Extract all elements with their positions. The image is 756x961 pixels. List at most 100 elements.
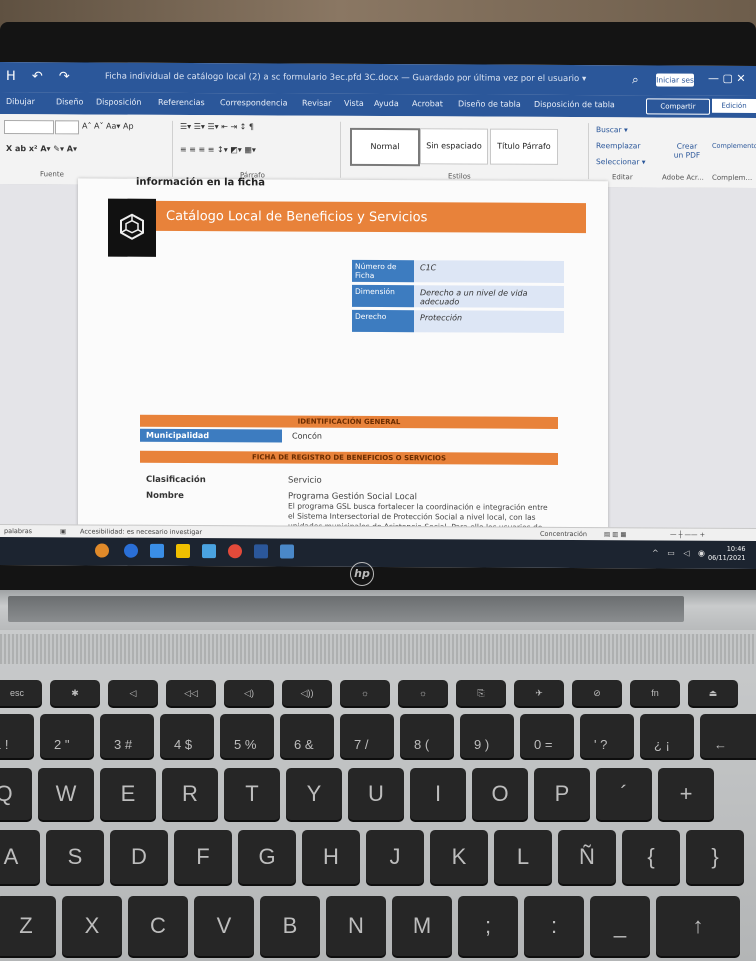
- field-value[interactable]: C1C: [414, 260, 564, 283]
- number-key[interactable]: 1 !: [0, 714, 34, 758]
- editing-button[interactable]: Edición: [712, 98, 756, 113]
- letter-key[interactable]: ↑: [656, 896, 740, 956]
- letter-key[interactable]: M: [392, 896, 452, 956]
- chrome-icon[interactable]: [228, 544, 242, 559]
- system-tray-icons[interactable]: ^ ▭ ◁ ◉: [652, 548, 708, 557]
- letter-key[interactable]: D: [110, 830, 168, 884]
- tab-diseno[interactable]: Diseño: [56, 97, 83, 106]
- number-key[interactable]: 9 ): [460, 714, 514, 758]
- list-buttons[interactable]: ☰▾ ☰▾ ☰▾ ⇤ ⇥ ↕ ¶: [180, 122, 254, 131]
- letter-key[interactable]: _: [590, 896, 650, 956]
- letter-key[interactable]: Q: [0, 768, 32, 820]
- quick-access-toolbar[interactable]: H ↶ ↷: [6, 69, 76, 84]
- focus-mode[interactable]: Concentración: [540, 530, 587, 538]
- share-button[interactable]: Compartir: [646, 98, 710, 115]
- number-key[interactable]: 2 ": [40, 714, 94, 758]
- number-key[interactable]: 8 (: [400, 714, 454, 758]
- letter-key[interactable]: Z: [0, 896, 56, 956]
- letter-key[interactable]: {: [622, 830, 680, 884]
- style-titulo-parrafo[interactable]: Título Párrafo: [490, 128, 558, 165]
- fn-key[interactable]: esc: [0, 680, 42, 706]
- letter-key[interactable]: }: [686, 830, 744, 884]
- edge-icon[interactable]: [150, 543, 164, 558]
- clock[interactable]: 10:46 06/11/2021: [708, 545, 745, 563]
- letter-key[interactable]: +: [658, 768, 714, 820]
- fn-key[interactable]: ☼: [398, 680, 448, 706]
- fn-key[interactable]: ⏏: [688, 680, 738, 706]
- name-value[interactable]: Programa Gestión Social Local: [288, 492, 417, 503]
- fn-key[interactable]: ✈: [514, 680, 564, 706]
- number-key[interactable]: ¿ ¡: [640, 714, 694, 758]
- letter-key[interactable]: T: [224, 768, 280, 820]
- tab-diseno-tabla[interactable]: Diseño de tabla: [458, 99, 521, 108]
- widget-icon[interactable]: [95, 543, 109, 558]
- fn-key[interactable]: ✱: [50, 680, 100, 706]
- classification-value[interactable]: Servicio: [288, 476, 322, 486]
- explorer-icon[interactable]: [176, 543, 190, 559]
- format-buttons[interactable]: X ab x² A▾ ✎▾ A▾: [6, 144, 77, 153]
- fn-key[interactable]: ⊘: [572, 680, 622, 706]
- search-icon[interactable]: ⌕: [632, 72, 639, 87]
- font-size-buttons[interactable]: A˄ A˅ Aa▾ Ap: [82, 121, 134, 130]
- municipality-value[interactable]: Concón: [284, 430, 558, 444]
- tab-dibujar[interactable]: Dibujar: [6, 97, 35, 106]
- tab-acrobat[interactable]: Acrobat: [412, 99, 443, 108]
- letter-key[interactable]: X: [62, 896, 122, 956]
- word-count[interactable]: palabras: [4, 527, 32, 535]
- tab-disposicion[interactable]: Disposición: [96, 98, 142, 107]
- select-button[interactable]: Seleccionar ▾: [596, 157, 646, 166]
- signin-button[interactable]: Iniciar ses: [656, 73, 694, 87]
- letter-key[interactable]: P: [534, 768, 590, 820]
- number-key[interactable]: 3 #: [100, 714, 154, 758]
- style-normal[interactable]: Normal: [350, 127, 420, 167]
- addins-button[interactable]: Complementos: [712, 142, 756, 150]
- zoom-slider[interactable]: — ┼ —— +: [670, 531, 705, 539]
- fn-key[interactable]: ◁◁: [166, 680, 216, 706]
- tab-revisar[interactable]: Revisar: [302, 99, 331, 108]
- letter-key[interactable]: J: [366, 830, 424, 884]
- letter-key[interactable]: R: [162, 768, 218, 820]
- letter-key[interactable]: A: [0, 830, 40, 884]
- find-button[interactable]: Buscar ▾: [596, 125, 628, 134]
- number-key[interactable]: 5 %: [220, 714, 274, 758]
- letter-key[interactable]: V: [194, 896, 254, 956]
- number-key[interactable]: ' ?: [580, 714, 634, 758]
- letter-key[interactable]: E: [100, 768, 156, 820]
- store-icon[interactable]: [202, 544, 216, 559]
- number-key[interactable]: 6 &: [280, 714, 334, 758]
- tab-vista[interactable]: Vista: [344, 99, 364, 108]
- start-icon[interactable]: [124, 543, 138, 558]
- style-sin-espaciado[interactable]: Sin espaciado: [420, 128, 488, 165]
- align-buttons[interactable]: ≡ ≡ ≡ ≡ ↕▾ ◩▾ ▦▾: [180, 145, 256, 154]
- fn-key[interactable]: ◁)): [282, 680, 332, 706]
- fn-key[interactable]: fn: [630, 680, 680, 706]
- number-key[interactable]: 7 /: [340, 714, 394, 758]
- letter-key[interactable]: S: [46, 830, 104, 884]
- view-buttons[interactable]: ▤ ▥ ▦: [604, 530, 627, 538]
- number-key[interactable]: 4 $: [160, 714, 214, 758]
- letter-key[interactable]: U: [348, 768, 404, 820]
- app-icon[interactable]: [280, 544, 294, 559]
- create-pdf-button[interactable]: Crear un PDF: [672, 142, 702, 160]
- letter-key[interactable]: G: [238, 830, 296, 884]
- tab-referencias[interactable]: Referencias: [158, 98, 205, 107]
- window-controls[interactable]: — ▢ ✕: [708, 72, 746, 85]
- letter-key[interactable]: L: [494, 830, 552, 884]
- font-name-box[interactable]: [4, 120, 54, 135]
- font-size-box[interactable]: [55, 120, 79, 135]
- field-value[interactable]: Derecho a un nivel de vida adecuado: [414, 285, 564, 308]
- letter-key[interactable]: :: [524, 896, 584, 956]
- field-value[interactable]: Protección: [414, 310, 564, 333]
- letter-key[interactable]: K: [430, 830, 488, 884]
- tab-correspondencia[interactable]: Correspondencia: [220, 98, 287, 107]
- letter-key[interactable]: C: [128, 896, 188, 956]
- accessibility-status[interactable]: Accesibilidad: es necesario investigar: [80, 527, 202, 536]
- tab-ayuda[interactable]: Ayuda: [374, 99, 399, 108]
- fn-key[interactable]: ◁): [224, 680, 274, 706]
- tab-disposicion-tabla[interactable]: Disposición de tabla: [534, 100, 615, 109]
- letter-key[interactable]: O: [472, 768, 528, 820]
- letter-key[interactable]: I: [410, 768, 466, 820]
- fn-key[interactable]: ⎘: [456, 680, 506, 706]
- replace-button[interactable]: Reemplazar: [596, 141, 640, 150]
- fn-key[interactable]: ☼: [340, 680, 390, 706]
